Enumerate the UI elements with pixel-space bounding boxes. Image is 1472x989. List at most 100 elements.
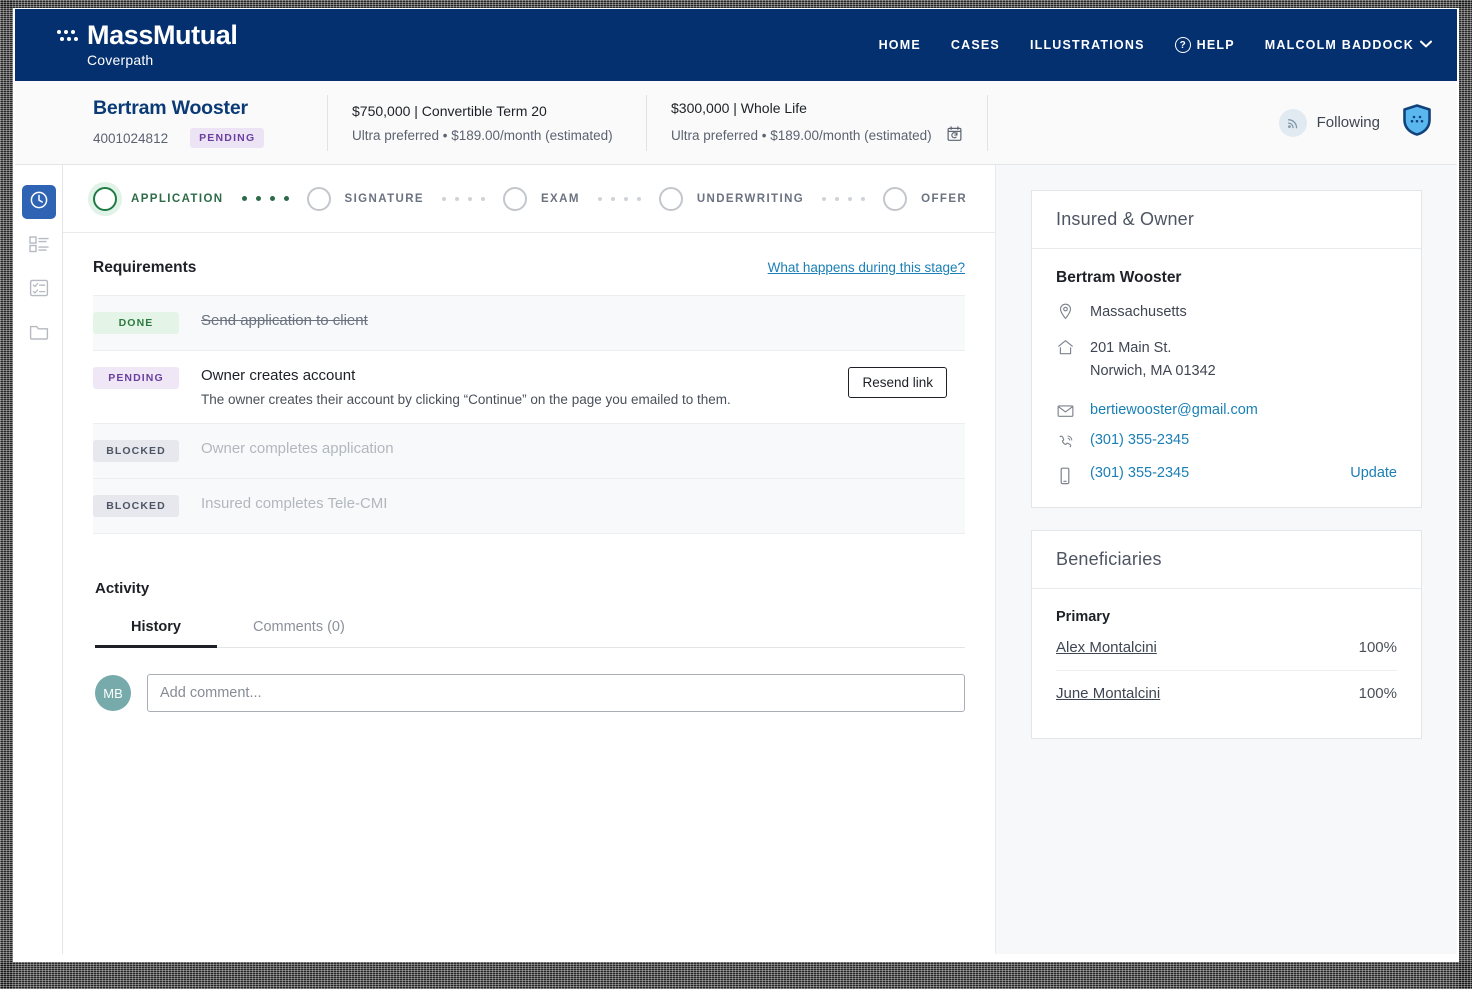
- step-label-offer: OFFER: [921, 192, 968, 205]
- divider: [327, 94, 328, 151]
- step-label-application: APPLICATION: [131, 192, 224, 205]
- comment-input[interactable]: [147, 674, 965, 712]
- map-pin-icon: [1056, 301, 1074, 320]
- stage-help-link[interactable]: What happens during this stage?: [768, 260, 965, 275]
- brand-name: MassMutual: [87, 20, 238, 50]
- nav-item-help[interactable]: ? HELP: [1174, 37, 1235, 53]
- case-number: 4001024812: [93, 130, 169, 146]
- tab-comments[interactable]: Comments (0): [217, 619, 381, 647]
- rail-item-details[interactable]: [22, 229, 56, 263]
- insured-address: 201 Main St. Norwich, MA 01342: [1090, 337, 1216, 382]
- divider: [986, 94, 988, 151]
- rail-item-documents[interactable]: [22, 317, 56, 351]
- requirement-row[interactable]: DONE Send application to client: [93, 295, 965, 351]
- status-badge: PENDING: [190, 128, 265, 148]
- policy-2-amount-type: $300,000 | Whole Life: [671, 100, 807, 116]
- requirement-status-badge: BLOCKED: [93, 440, 179, 462]
- beneficiary-row[interactable]: Alex Montalcini 100%: [1056, 625, 1397, 672]
- folder-icon: [28, 321, 50, 348]
- requirement-title: Owner completes application: [201, 440, 394, 457]
- beneficiary-name[interactable]: Alex Montalcini: [1056, 639, 1157, 656]
- home-icon: [1056, 337, 1074, 356]
- brand-logo[interactable]: MassMutual Coverpath: [55, 22, 238, 68]
- insured-phone[interactable]: (301) 355-2345: [1090, 432, 1189, 448]
- massmutual-dots-icon: [55, 26, 83, 46]
- avatar: MB: [95, 675, 131, 711]
- requirements-title: Requirements: [93, 259, 197, 276]
- policy-1-detail: Ultra preferred • $189.00/month (estimat…: [352, 127, 613, 143]
- resend-link-button[interactable]: Resend link: [848, 367, 947, 398]
- requirement-status-badge: DONE: [93, 312, 179, 334]
- brand-subtitle: Coverpath: [87, 52, 154, 68]
- step-label-underwriting: UNDERWRITING: [696, 192, 805, 205]
- insured-state: Massachusetts: [1090, 304, 1187, 320]
- top-nav-links: HOME CASES ILLUSTRATIONS ? HELP MALCOLM …: [879, 37, 1432, 53]
- insured-mobile[interactable]: (301) 355-2345: [1090, 465, 1189, 481]
- step-circle-offer[interactable]: [883, 186, 908, 211]
- activity-section: Activity History Comments (0) MB: [63, 534, 995, 712]
- requirements-section: Requirements What happens during this st…: [63, 233, 995, 534]
- shield-badge-icon[interactable]: [1402, 104, 1432, 141]
- insured-owner-card-title: Insured & Owner: [1032, 191, 1421, 249]
- case-header-actions: Following: [1278, 104, 1432, 141]
- stage-stepper: APPLICATION SIGNATURE EXAM UNDERWRITING …: [63, 165, 995, 233]
- insured-state-row: Massachusetts: [1056, 301, 1397, 323]
- following-toggle[interactable]: Following: [1278, 108, 1380, 137]
- top-navigation-bar: MassMutual Coverpath HOME CASES ILLUSTRA…: [15, 9, 1457, 81]
- step-circle-underwriting[interactable]: [658, 186, 683, 211]
- user-menu[interactable]: MALCOLM BADDOCK: [1265, 38, 1432, 52]
- step-label-exam: EXAM: [540, 192, 580, 205]
- nav-item-cases[interactable]: CASES: [951, 38, 1000, 52]
- tab-history[interactable]: History: [95, 619, 217, 648]
- insured-email-row: bertiewooster@gmail.com: [1056, 402, 1397, 418]
- phone-icon: [1056, 432, 1074, 451]
- insured-mobile-row: (301) 355-2345 Update: [1056, 465, 1397, 485]
- page-body: APPLICATION SIGNATURE EXAM UNDERWRITING …: [15, 165, 1457, 954]
- checklist-icon: [28, 277, 50, 304]
- chevron-down-icon: [1420, 40, 1432, 50]
- help-circle-icon: ?: [1174, 37, 1191, 53]
- mobile-phone-icon: [1056, 465, 1074, 485]
- requirement-row[interactable]: BLOCKED Insured completes Tele-CMI: [93, 479, 965, 534]
- step-circle-signature[interactable]: [306, 186, 331, 211]
- beneficiaries-card: Beneficiaries Primary Alex Montalcini 10…: [1031, 530, 1422, 740]
- insured-phone-row: (301) 355-2345: [1056, 432, 1397, 451]
- insured-email[interactable]: bertiewooster@gmail.com: [1090, 402, 1258, 418]
- application-window: MassMutual Coverpath HOME CASES ILLUSTRA…: [15, 9, 1457, 954]
- update-contact-link[interactable]: Update: [1350, 465, 1397, 481]
- rail-item-timeline[interactable]: [21, 185, 56, 219]
- add-comment-row: MB: [95, 674, 965, 712]
- insured-address-row: 201 Main St. Norwich, MA 01342: [1056, 337, 1397, 382]
- beneficiary-group-label: Primary: [1056, 609, 1111, 626]
- requirement-title: Owner creates account: [201, 367, 356, 384]
- policy-2-detail: Ultra preferred • $189.00/month (estimat…: [671, 127, 932, 143]
- case-name[interactable]: Bertram Wooster: [93, 97, 303, 120]
- divider: [646, 94, 647, 151]
- policy-summary-2[interactable]: $300,000 | Whole Life Ultra preferred • …: [671, 100, 963, 145]
- beneficiary-name[interactable]: June Montalcini: [1056, 685, 1160, 702]
- calendar-refresh-icon[interactable]: [946, 125, 963, 145]
- clock-icon: [29, 190, 49, 215]
- step-connector: [441, 196, 485, 201]
- beneficiary-row[interactable]: June Montalcini 100%: [1056, 671, 1397, 716]
- following-label: Following: [1316, 114, 1380, 131]
- step-label-signature: SIGNATURE: [344, 192, 424, 205]
- requirement-row[interactable]: BLOCKED Owner completes application: [93, 424, 965, 479]
- requirement-title: Send application to client: [201, 312, 368, 329]
- requirement-title: Insured completes Tele-CMI: [201, 495, 388, 512]
- policy-summary-1[interactable]: $750,000 | Convertible Term 20 Ultra pre…: [352, 103, 622, 143]
- rail-item-tasks[interactable]: [22, 273, 56, 307]
- rss-signal-icon: [1278, 108, 1307, 137]
- nav-item-home[interactable]: HOME: [879, 38, 921, 52]
- envelope-icon: [1056, 402, 1074, 418]
- nav-item-illustrations[interactable]: ILLUSTRATIONS: [1030, 38, 1145, 52]
- right-sidebar: Insured & Owner Bertram Wooster Massachu…: [995, 165, 1457, 954]
- requirement-status-badge: BLOCKED: [93, 495, 179, 517]
- screenshot-root: MassMutual Coverpath HOME CASES ILLUSTRA…: [0, 0, 1472, 989]
- requirement-status-badge: PENDING: [93, 367, 179, 389]
- activity-title: Activity: [95, 580, 150, 597]
- step-circle-exam[interactable]: [502, 186, 527, 211]
- requirement-row[interactable]: PENDING Owner creates account The owner …: [93, 351, 965, 424]
- insured-address-line1: 201 Main St.: [1090, 340, 1172, 357]
- step-circle-application[interactable]: [93, 186, 117, 211]
